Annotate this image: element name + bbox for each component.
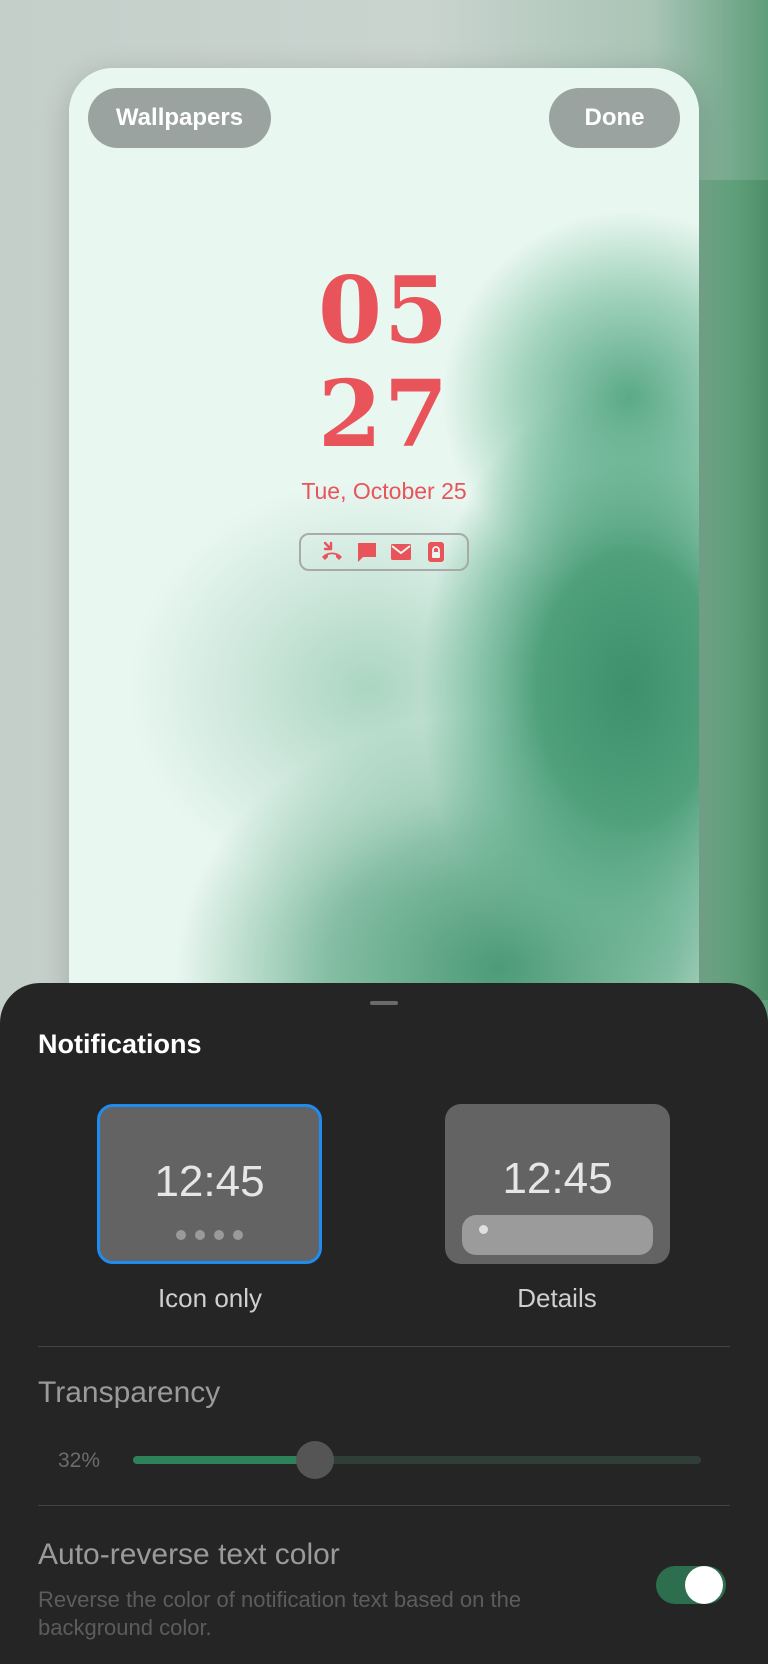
lock-screen-date: Tue, October 25 [301,478,467,504]
option-label-icon-only: Icon only [157,1283,263,1313]
toggle-knob [685,1566,723,1604]
option-preview-time: 12:45 [502,1154,613,1203]
lock-screen-preview: Wallpapers Done 05 27 Tue, October 25 [69,68,699,1068]
option-icon-only[interactable]: 12:45 [97,1104,322,1264]
slider-thumb[interactable] [295,1441,334,1479]
sheet-drag-handle[interactable] [370,1001,398,1005]
auto-reverse-description: Reverse the color of notification text b… [38,1587,522,1640]
icon-dots-preview [100,1230,319,1240]
done-button[interactable]: Done [549,88,680,148]
clock-hour: 05 [317,256,451,364]
clock-minute: 27 [317,360,451,468]
option-details[interactable]: 12:45 [445,1104,670,1264]
missed-call-icon [319,539,345,565]
option-label-details: Details [517,1283,597,1313]
divider [38,1346,730,1347]
transparency-slider[interactable] [133,1441,701,1479]
details-bar-preview [462,1215,653,1255]
message-icon [354,539,380,565]
wallpapers-button[interactable]: Wallpapers [88,88,271,148]
notifications-settings-sheet: Notifications 12:45 Icon only 12:45 Deta… [0,983,768,1664]
notification-icons-preview[interactable] [299,533,469,571]
sheet-title: Notifications [38,1029,202,1059]
lock-icon [423,539,449,565]
lock-screen-clock[interactable]: 05 27 [69,258,699,466]
transparency-label: Transparency [38,1376,221,1409]
slider-fill [133,1456,315,1464]
option-preview-time: 12:45 [154,1157,265,1206]
auto-reverse-toggle[interactable] [656,1566,726,1604]
auto-reverse-label: Auto-reverse text color [38,1538,340,1571]
email-icon [388,539,414,565]
transparency-value: 32% [58,1449,101,1472]
divider [38,1505,730,1506]
